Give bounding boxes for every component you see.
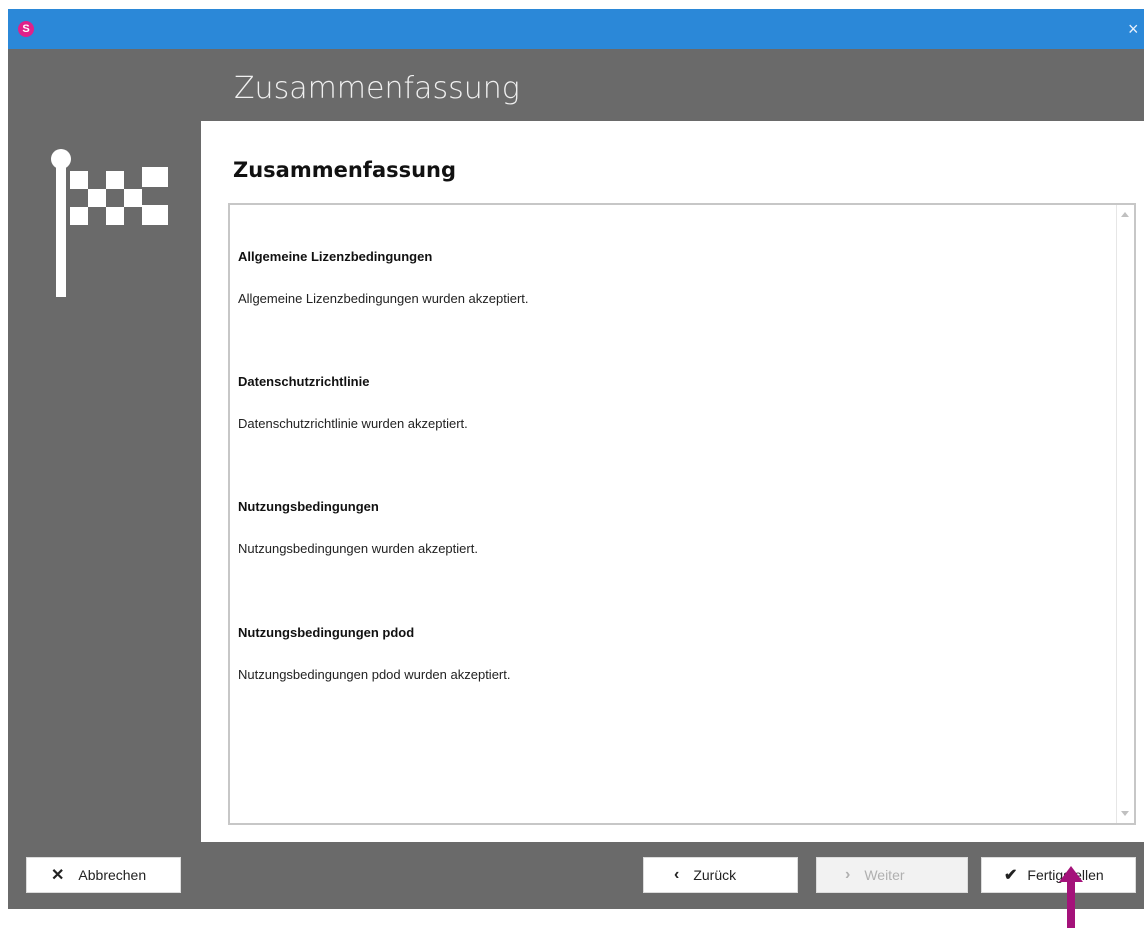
annotation-arrow-icon — [1059, 866, 1083, 928]
section-title: Nutzungsbedingungen pdod — [238, 625, 415, 640]
summary-title: Zusammenfassung — [233, 158, 457, 182]
setup-wizard-window: S × Zusammenfassung Zusammenfassung Allg… — [8, 9, 1144, 909]
section-text: Datenschutzrichtlinie wurden akzeptiert. — [238, 416, 468, 431]
scroll-down-icon[interactable] — [1121, 811, 1129, 816]
summary-textbox[interactable]: Allgemeine Lizenzbedingungen Allgemeine … — [228, 203, 1136, 825]
summary-section: Allgemeine Lizenzbedingungen Allgemeine … — [238, 249, 1098, 306]
section-text: Nutzungsbedingungen pdod wurden akzeptie… — [238, 667, 511, 682]
close-icon[interactable]: × — [1128, 19, 1144, 39]
content-panel: Zusammenfassung Allgemeine Lizenzbedingu… — [201, 121, 1144, 842]
back-label: Zurück — [693, 867, 737, 883]
cancel-button[interactable]: ✕ Abbrechen — [26, 857, 181, 893]
next-label: Weiter — [864, 867, 905, 883]
chevron-left-icon: ‹ — [674, 866, 680, 883]
vertical-scrollbar[interactable] — [1116, 205, 1134, 823]
checkmark-icon: ✔ — [1004, 867, 1018, 884]
page-title: Zusammenfassung — [234, 71, 520, 106]
section-title: Nutzungsbedingungen — [238, 499, 379, 514]
summary-section: Datenschutzrichtlinie Datenschutzrichtli… — [238, 374, 1098, 431]
title-bar: S × — [8, 9, 1144, 49]
summary-section: Nutzungsbedingungen pdod Nutzungsbedingu… — [238, 625, 1098, 682]
next-button[interactable]: › Weiter — [816, 857, 968, 893]
app-logo-icon: S — [18, 21, 34, 37]
chevron-right-icon: › — [845, 866, 851, 883]
close-icon: ✕ — [51, 867, 65, 884]
section-title: Datenschutzrichtlinie — [238, 374, 370, 389]
section-title: Allgemeine Lizenzbedingungen — [238, 249, 433, 264]
back-button[interactable]: ‹ Zurück — [643, 857, 798, 893]
scroll-up-icon[interactable] — [1121, 212, 1129, 217]
checkered-flag-icon — [51, 149, 168, 297]
cancel-label: Abbrechen — [78, 867, 147, 883]
summary-section: Nutzungsbedingungen Nutzungsbedingungen … — [238, 499, 1098, 556]
section-text: Allgemeine Lizenzbedingungen wurden akze… — [238, 291, 529, 306]
section-text: Nutzungsbedingungen wurden akzeptiert. — [238, 541, 478, 556]
wizard-footer: ✕ Abbrechen ‹ Zurück › Weiter ✔ Fertigst… — [8, 842, 1144, 909]
